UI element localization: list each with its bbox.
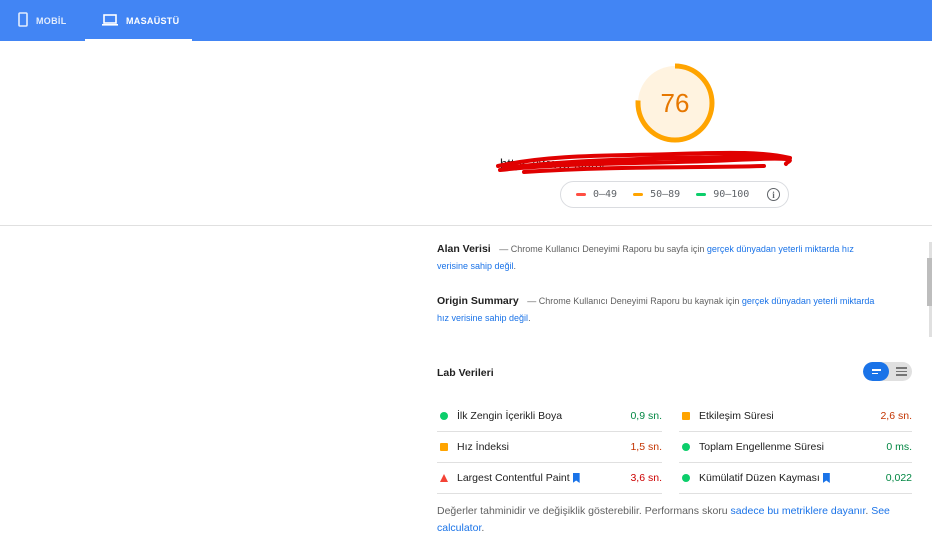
footer-separator: . [865,505,869,517]
tab-desktop[interactable]: MASAÜSTÜ [85,0,192,41]
performance-score: 76 [660,87,690,118]
metric-label-text: Toplam Engellenme Süresi [699,441,824,453]
field-data-section: Alan Verisi — Chrome Kullanıcı Deneyimi … [437,241,877,275]
core-web-vital-flag-icon [572,473,580,483]
metric-value: 0,022 [885,472,912,484]
core-web-vital-flag-icon [822,473,830,483]
score-legend: 0–49 50–89 90–100 i [560,181,789,208]
metric-row: İlk Zengin İçerikli Boya 0,9 sn. [437,401,662,432]
side-thumbnail [927,258,932,306]
field-data-dash: — [499,244,509,254]
metric-label-text: Hız İndeksi [457,441,509,453]
fail-triangle-icon [440,474,448,482]
laptop-icon [102,13,118,28]
tab-mobile[interactable]: MOBİL [18,0,67,41]
origin-summary-title: Origin Summary [437,295,519,307]
pass-circle-icon [440,412,448,420]
origin-summary-text: Chrome Kullanıcı Deneyimi Raporu bu kayn… [538,296,740,306]
info-icon[interactable]: i [767,188,780,201]
average-square-icon [440,443,448,451]
metric-row: Largest Contentful Paint 3,6 sn. [437,463,662,494]
metric-value: 0,9 sn. [630,410,662,422]
origin-summary-section: Origin Summary — Chrome Kullanıcı Deneyi… [437,293,877,327]
metric-label-text: Kümülatif Düzen Kayması [699,472,820,484]
device-tab-bar: MOBİL MASAÜSTÜ [0,0,932,41]
metric-row: Etkileşim Süresi 2,6 sn. [679,401,912,432]
field-data-end: . [513,261,517,271]
footer-text: Değerler tahminidir ve değişiklik göster… [437,505,728,517]
metric-row: Toplam Engellenme Süresi 0 ms. [679,432,912,463]
metrics-score-link[interactable]: sadece bu metriklere dayanır [731,505,866,517]
pass-circle-icon [682,443,690,451]
compact-view-icon[interactable] [863,362,889,381]
section-divider [0,225,932,226]
metric-value: 3,6 sn. [630,472,662,484]
field-data-title: Alan Verisi [437,243,491,255]
metrics-view-toggle[interactable] [863,362,912,381]
metric-row: Kümülatif Düzen Kayması 0,022 [679,463,912,494]
origin-summary-end: . [528,313,531,323]
legend-pass: 90–100 [696,189,749,200]
lab-data-title: Lab Verileri [437,367,494,379]
expanded-view-icon[interactable] [890,362,912,381]
legend-pass-range: 90–100 [713,189,750,200]
metric-label: Kümülatif Düzen Kayması [699,472,886,484]
metric-label-text: Etkileşim Süresi [699,410,774,422]
metric-label: Etkileşim Süresi [699,410,880,422]
metric-row: Hız İndeksi 1,5 sn. [437,432,662,463]
pass-circle-icon [682,474,690,482]
metric-value: 0 ms. [886,441,912,453]
metric-label: Toplam Engellenme Süresi [699,441,886,453]
metric-value: 1,5 sn. [630,441,662,453]
redaction-scribble [496,150,792,174]
legend-fail: 0–49 [576,189,617,200]
legend-fail-range: 0–49 [593,189,618,200]
metric-label-text: Largest Contentful Paint [457,472,570,484]
metric-value: 2,6 sn. [880,410,912,422]
footer-note: Değerler tahminidir ve değişiklik göster… [437,503,907,537]
phone-icon [18,12,28,29]
legend-average-range: 50–89 [650,189,681,200]
metric-label: Largest Contentful Paint [457,472,630,484]
metric-label-text: İlk Zengin İçerikli Boya [457,410,563,422]
origin-summary-dash: — [527,296,537,306]
tab-desktop-label: MASAÜSTÜ [126,15,180,26]
metric-label: Hız İndeksi [457,441,630,453]
field-data-text: Chrome Kullanıcı Deneyimi Raporu bu sayf… [510,244,705,254]
metric-label: İlk Zengin İçerikli Boya [457,410,630,422]
footer-end: . [481,522,485,534]
tab-mobile-label: MOBİL [36,15,67,26]
legend-average: 50–89 [633,189,680,200]
average-square-icon [682,412,690,420]
